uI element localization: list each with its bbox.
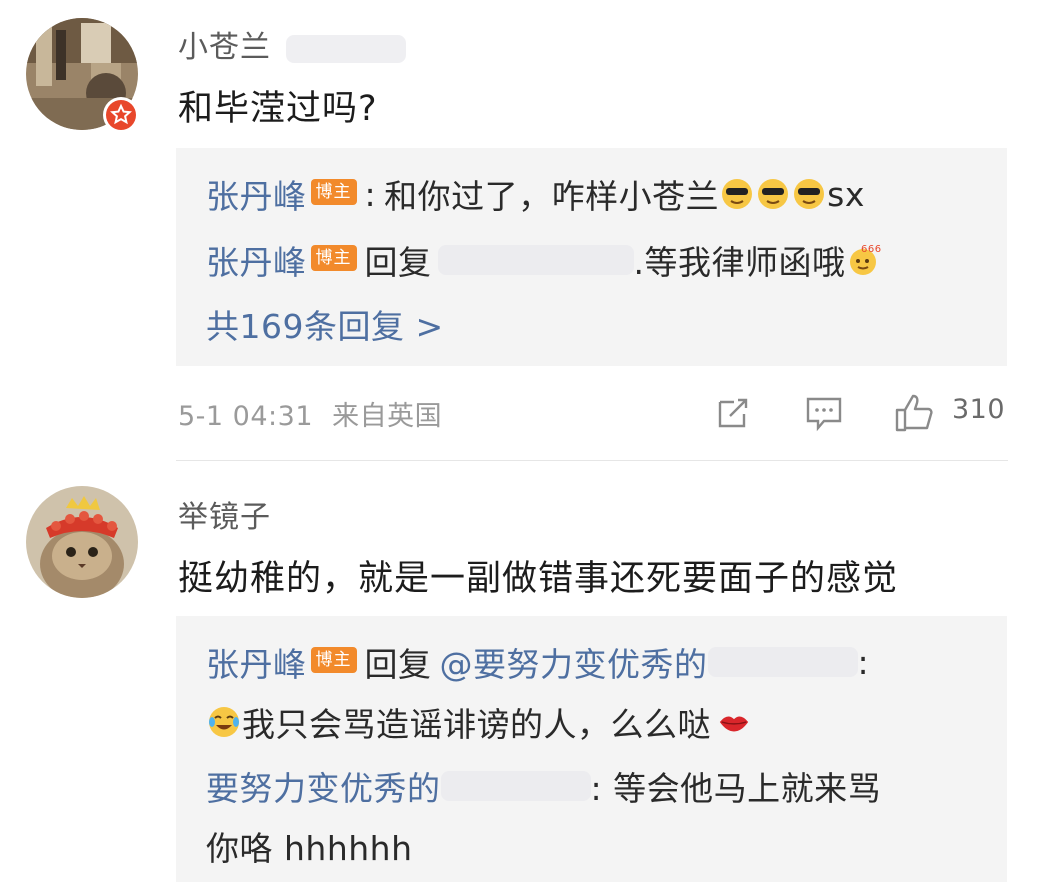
reply-line: 张丹峰 博主 回复 .等我律师函哦 666 [206,236,882,284]
redacted-text [707,647,858,677]
reply-line: 张丹峰 博主 : 和你过了，咋样小苍兰 sx [206,170,865,218]
comment-username[interactable]: 小苍兰 [178,30,271,65]
source: 来自英国 [332,401,443,432]
reply-box[interactable]: 张丹峰 博主 回复 @要努力变优秀的 : 我只会骂造谣诽谤的人，么么哒 要努力变… [176,616,1007,882]
like-icon[interactable] [893,392,937,434]
like-count: 310 [952,394,1006,425]
redacted-text [285,34,406,63]
reply-line: 我只会骂造谣诽谤的人，么么哒 [206,698,752,746]
reply-text-tail: sx [827,174,865,214]
reply-text: .等我律师函哦 [633,243,846,282]
mention-link[interactable]: @要努力变优秀的 [440,638,708,686]
redacted-text [437,245,634,275]
reply-author[interactable]: 张丹峰 [206,236,307,284]
verified-badge-icon [103,97,139,133]
reply-separator: : [364,174,377,214]
comment-meta: 5-1 04:31 来自英国 [178,394,442,433]
reply-author[interactable]: 张丹峰 [206,638,307,686]
author-badge: 博主 [310,647,357,673]
reply-text: : 等会他马上就来骂 [590,769,882,808]
666-face-emoji: 666 [847,243,881,277]
cool-face-emoji [720,177,754,211]
reply-author[interactable]: 要努力变优秀的 [206,762,441,810]
comment-icon[interactable] [804,395,844,433]
comment-text: 和毕滢过吗? [178,89,378,129]
reply-line: 张丹峰 博主 回复 @要努力变优秀的 : [206,638,869,686]
reply-prefix: 回复 [364,243,432,282]
reply-prefix: 回复 [364,645,432,684]
reply-colon: : [857,642,870,682]
timestamp: 5-1 04:31 [178,401,313,432]
more-replies-link[interactable]: 共169条回复 > [206,300,444,348]
reply-line: 要努力变优秀的 : 等会他马上就来骂 [206,762,881,810]
cool-face-emoji [792,177,826,211]
comment-text: 挺幼稚的，就是一副做错事还死要面子的感觉 [178,559,899,599]
reply-line: 你咯 hhhhhh [206,822,412,870]
reply-box[interactable]: 张丹峰 博主 : 和你过了，咋样小苍兰 sx 张丹峰 博主 回复 .等我律师函哦… [176,148,1007,366]
author-badge: 博主 [310,179,357,205]
reply-text: 我只会骂造谣诽谤的人，么么哒 [242,705,711,744]
kiss-lips-emoji [717,705,751,739]
reply-text: 和你过了，咋样小苍兰 [384,177,720,216]
redacted-text [440,771,591,801]
reply-text-continued: 你咯 hhhhhh [206,829,413,868]
avatar[interactable] [26,486,138,598]
author-badge: 博主 [310,245,357,271]
divider [176,460,1008,461]
share-icon[interactable] [714,394,752,432]
cool-face-emoji [756,177,790,211]
reply-author[interactable]: 张丹峰 [206,170,307,218]
comment-username[interactable]: 举镜子 [178,500,271,535]
crying-laugh-emoji [207,705,241,739]
svg-text:666: 666 [861,244,881,255]
